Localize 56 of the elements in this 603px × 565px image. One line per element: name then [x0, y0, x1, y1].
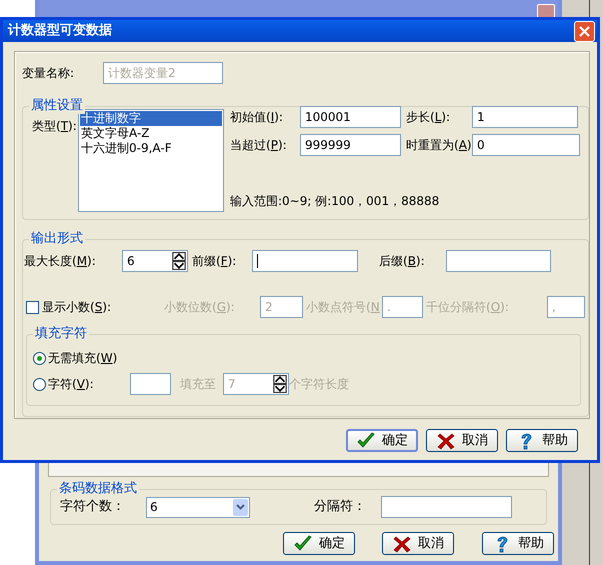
field-label: 显示小数(S):: [42, 299, 112, 316]
field-label: 字符(V):: [48, 376, 95, 393]
group-title: 条码数据格式: [57, 481, 139, 497]
field-label: 初始值(I):: [230, 109, 284, 126]
close-button[interactable]: [537, 4, 555, 18]
field-label: 步长(L):: [406, 109, 452, 126]
field-label: 个字符长度: [289, 376, 349, 393]
group-title: 属性设置: [29, 98, 85, 114]
close-icon: [579, 26, 590, 36]
text-field[interactable]: 999999: [300, 134, 401, 156]
text-field[interactable]: [130, 373, 171, 395]
text-field[interactable]: [252, 250, 358, 272]
list-item[interactable]: 英文字母A-Z: [80, 126, 222, 141]
dialog-button[interactable]: 确定: [283, 532, 355, 555]
spin-up-icon[interactable]: [172, 252, 186, 261]
hint-text: 输入范围:0~9; 例:100，001，88888: [230, 193, 440, 210]
dialog-button[interactable]: 确定: [346, 429, 418, 452]
dropdown[interactable]: 6: [146, 496, 250, 518]
dialog-button[interactable]: 帮助: [482, 532, 554, 555]
field-label: 类型(T):: [32, 118, 78, 135]
field-label: 千位分隔符(O):: [426, 299, 510, 316]
check-icon: [293, 534, 313, 552]
text-field[interactable]: [381, 496, 512, 518]
list-item[interactable]: 十六进制0-9,A-F: [80, 141, 222, 156]
field-label: 小数位数(G):: [164, 299, 236, 316]
field-label: 变量名称:: [22, 65, 76, 82]
field-label: 分隔符：: [314, 498, 367, 516]
field-label: 时重置为(A): [406, 137, 472, 154]
check-icon: [356, 432, 376, 450]
list-item[interactable]: 十进制数字: [80, 111, 222, 126]
text-field[interactable]: 1: [472, 106, 578, 128]
group-title: 填充字符: [33, 326, 89, 342]
window-title: 计数器型可变数据: [8, 22, 112, 40]
field-label: 后缀(B):: [379, 253, 426, 270]
field-label: 填充至: [180, 376, 217, 393]
field-label: 最大长度(M):: [24, 253, 97, 270]
dialog-button[interactable]: 帮助: [506, 429, 578, 452]
cross-icon: [392, 534, 412, 552]
field-label: 当超过(P):: [230, 137, 288, 154]
checkbox[interactable]: [26, 300, 39, 314]
text-field[interactable]: [446, 250, 551, 272]
spin-box[interactable]: 6: [122, 250, 188, 272]
close-button[interactable]: [574, 20, 595, 42]
field-label: 前缀(F):: [192, 253, 238, 270]
text-cursor: [257, 254, 258, 268]
dialog-button[interactable]: 取消: [426, 429, 498, 452]
text-field[interactable]: 100001: [300, 106, 401, 128]
dialog-button[interactable]: 取消: [382, 532, 454, 555]
text-field[interactable]: 0: [472, 134, 580, 156]
chevron-down-icon: [236, 504, 245, 510]
field-label: 无需填充(W): [48, 350, 118, 367]
cross-icon: [436, 432, 456, 450]
group-title: 输出形式: [29, 231, 85, 247]
field-label: 小数点符号(N: [306, 299, 381, 316]
spin-down-icon[interactable]: [172, 261, 186, 270]
field-label: 字符个数：: [60, 498, 126, 516]
